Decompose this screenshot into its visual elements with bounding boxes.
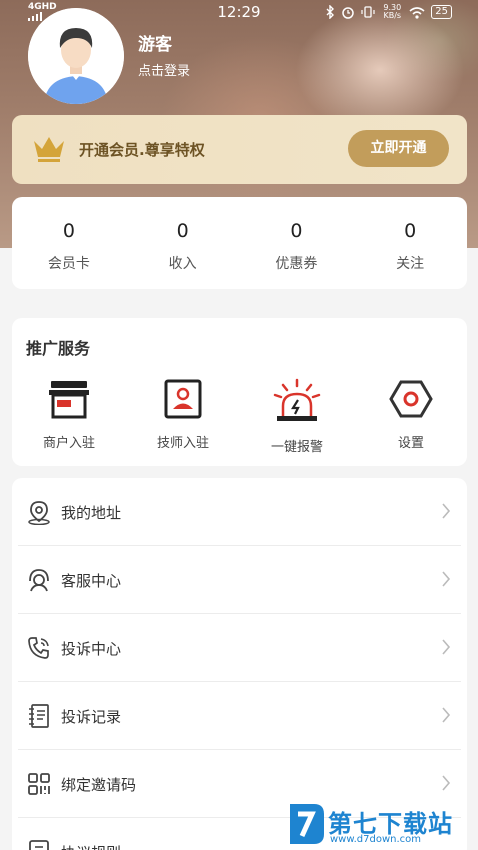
crown-icon	[34, 137, 64, 162]
service-label: 技师入驻	[156, 436, 209, 451]
chevron-right-icon	[442, 571, 451, 587]
avatar-person-icon	[28, 8, 124, 104]
merchant-signup-button[interactable]: 商户入驻	[12, 378, 126, 451]
login-link[interactable]: 点击登录	[138, 60, 190, 79]
phone-icon	[28, 637, 49, 659]
menu-list: 我的地址 客服中心 投诉中心 投诉记录 绑定邀请码	[12, 478, 467, 850]
alarm-siren-icon	[273, 378, 321, 421]
emergency-alarm-button[interactable]: 一键报警	[240, 378, 354, 455]
vibrate-icon	[361, 6, 375, 18]
id-card-icon	[164, 379, 202, 419]
chevron-right-icon	[442, 775, 451, 791]
wifi-icon	[409, 6, 425, 19]
watermark-url: www.d7down.com	[330, 834, 422, 845]
notebook-icon	[29, 704, 49, 728]
service-label: 一键报警	[270, 440, 323, 455]
stat-value: 0	[290, 220, 303, 242]
stat-coupons[interactable]: 0 优惠券	[240, 197, 354, 289]
network-speed: 9.30 KB/s	[383, 3, 402, 20]
bluetooth-icon	[326, 5, 335, 19]
stat-income[interactable]: 0 收入	[126, 197, 240, 289]
stat-value: 0	[176, 220, 189, 242]
status-icons: 9.30 KB/s 25	[325, 4, 452, 20]
menu-label: 投诉记录	[61, 708, 122, 726]
menu-label: 绑定邀请码	[61, 776, 137, 794]
menu-label: 协议规则	[61, 842, 121, 850]
technician-signup-button[interactable]: 技师入驻	[126, 378, 240, 451]
stat-label: 关注	[396, 256, 425, 272]
menu-label: 客服中心	[61, 572, 122, 590]
stat-membership-cards[interactable]: 0 会员卡	[12, 197, 126, 289]
vip-promo-text: 开通会员.尊享特权	[79, 141, 205, 159]
service-label: 设置	[397, 436, 424, 451]
document-icon	[29, 840, 49, 850]
qr-grid-icon	[28, 773, 50, 795]
profile-page: 4GHD 12:29 9.30 KB/s 25 游客 点击登录 开通会员.尊享特…	[0, 0, 478, 850]
activate-vip-button[interactable]: 立即开通	[348, 130, 449, 167]
menu-item-complaint-records[interactable]: 投诉记录	[12, 682, 467, 750]
battery-indicator: 25	[431, 5, 452, 19]
chevron-right-icon	[442, 639, 451, 655]
section-title: 推广服务	[26, 339, 91, 358]
avatar[interactable]	[28, 8, 124, 104]
chevron-right-icon	[442, 707, 451, 723]
stat-following[interactable]: 0 关注	[353, 197, 467, 289]
stat-label: 收入	[168, 256, 197, 272]
menu-item-complaint-center[interactable]: 投诉中心	[12, 614, 467, 682]
storefront-icon	[49, 381, 89, 419]
stat-value: 0	[62, 220, 75, 242]
menu-item-customer-service[interactable]: 客服中心	[12, 546, 467, 614]
hexagon-settings-icon	[389, 380, 433, 418]
watermark: 第七下载站 www.d7down.com	[282, 796, 478, 850]
settings-button[interactable]: 设置	[354, 378, 468, 451]
vip-banner[interactable]: 开通会员.尊享特权 立即开通	[12, 115, 467, 184]
user-name[interactable]: 游客	[138, 30, 172, 55]
menu-label: 我的地址	[61, 504, 122, 522]
stat-value: 0	[404, 220, 417, 242]
stat-label: 优惠券	[275, 256, 318, 272]
location-pin-icon	[28, 501, 50, 525]
promotion-services-card: 推广服务 商户入驻 技师入驻 一键报警 设置	[12, 318, 467, 466]
alarm-icon	[342, 7, 355, 19]
service-label: 商户入驻	[42, 436, 95, 451]
watermark-logo-icon	[290, 804, 324, 844]
chevron-right-icon	[442, 503, 451, 519]
menu-label: 投诉中心	[61, 640, 122, 658]
stats-card: 0 会员卡 0 收入 0 优惠券 0 关注	[12, 197, 467, 289]
headset-icon	[29, 569, 49, 592]
menu-item-my-address[interactable]: 我的地址	[12, 478, 467, 546]
stat-label: 会员卡	[47, 256, 90, 272]
